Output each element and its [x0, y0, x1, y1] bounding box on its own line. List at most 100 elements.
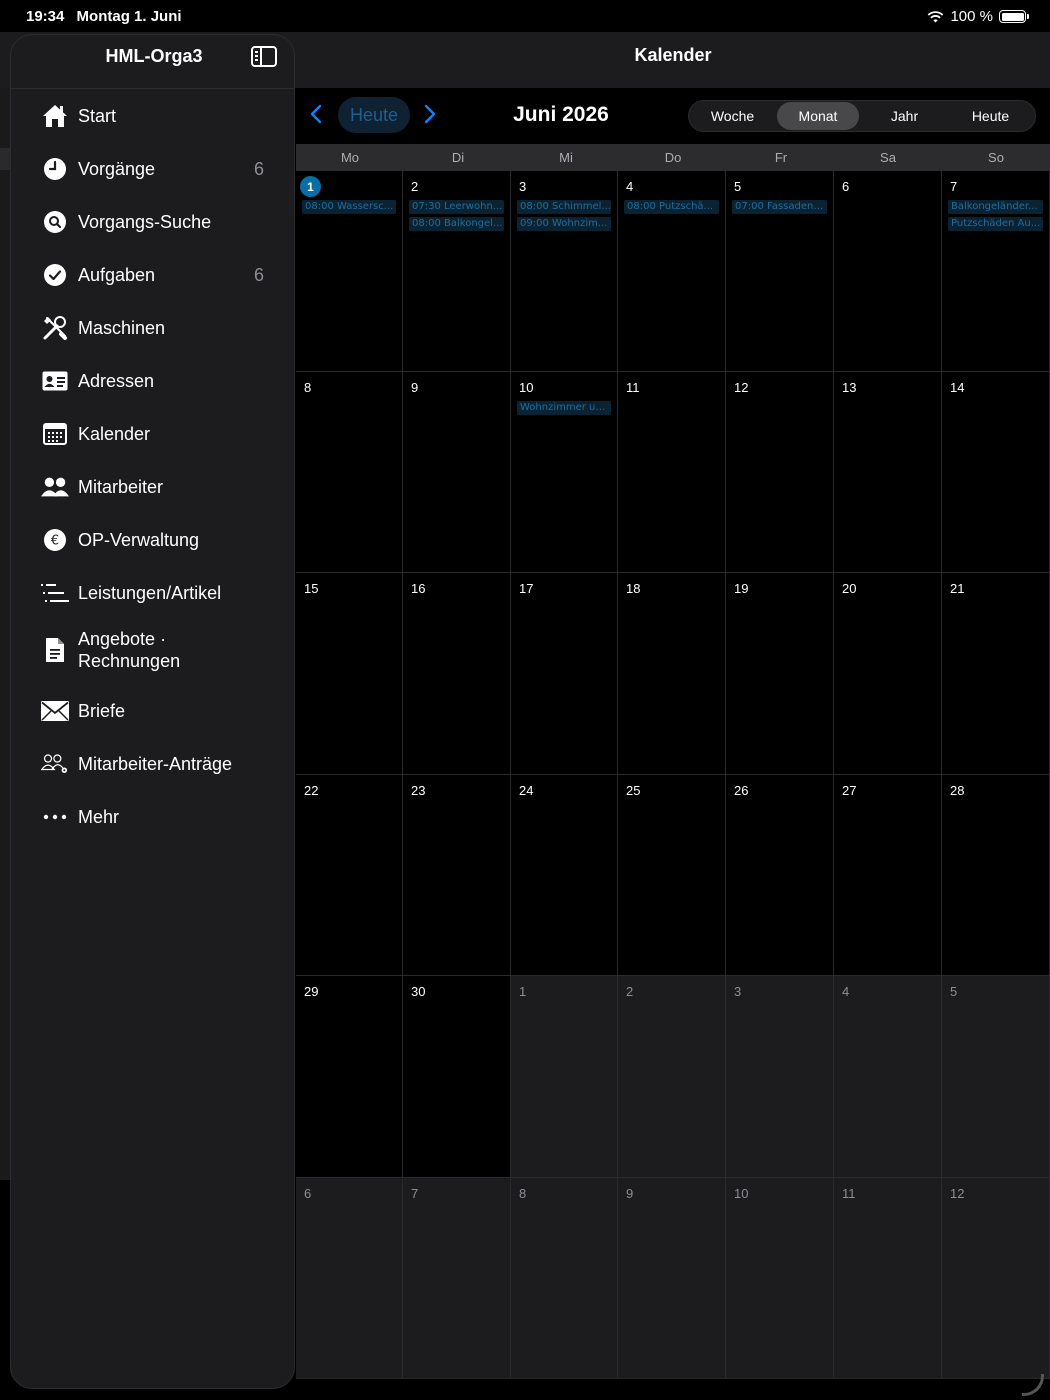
calendar-day-cell[interactable]: 3 [726, 976, 834, 1178]
calendar-day-cell[interactable]: 27 [834, 775, 942, 976]
chevron-left-icon[interactable] [310, 104, 322, 126]
calendar-day-cell[interactable]: 10 Wohnzimmer un... [511, 372, 618, 573]
sidebar-item-kalender[interactable]: Kalender [11, 409, 294, 459]
day-number: 14 [950, 380, 965, 395]
calendar-day-cell[interactable]: 25 [618, 775, 726, 976]
calendar-day-cell[interactable]: 2 [618, 976, 726, 1178]
calendar-day-cell[interactable]: 30 [403, 976, 511, 1178]
calendar-event[interactable]: 08:00 Schimmel... [517, 200, 611, 214]
sidebar-item-angebote-rechnungen[interactable]: Angebote · Rechnungen [11, 622, 294, 678]
sidebar: HML-Orga3 Start Vorgänge 6 Vorgangs-Such… [10, 34, 295, 1389]
calendar-day-cell[interactable]: 28 [942, 775, 1050, 976]
calendar-day-cell[interactable]: 29 [296, 976, 403, 1178]
calendar-day-cell[interactable]: 5 07:00 Fassadena... [726, 171, 834, 372]
calendar-event[interactable]: 08:00 Putzschä... [624, 200, 719, 214]
count-badge: 6 [253, 158, 264, 179]
calendar-event[interactable]: 07:00 Fassadena... [732, 200, 827, 214]
sidebar-item-maschinen[interactable]: Maschinen [11, 303, 294, 353]
segment-jahr[interactable]: Jahr [861, 101, 948, 131]
weekday-label: Mo [340, 150, 360, 165]
sidebar-item-mehr[interactable]: Mehr [11, 792, 294, 842]
sidebar-item-mitarbeiter-antraege[interactable]: Mitarbeiter-Anträge [11, 739, 294, 789]
calendar-day-cell[interactable]: 26 [726, 775, 834, 976]
calendar-day-cell[interactable]: 6 [834, 171, 942, 372]
calendar-event[interactable]: 08:00 Wassersc... [302, 200, 396, 214]
calendar-day-cell[interactable]: 10 [726, 1178, 834, 1379]
day-number: 22 [304, 783, 319, 798]
sidebar-item-label: Mehr [78, 807, 120, 827]
calendar-day-cell[interactable]: 16 [403, 573, 511, 775]
segment-monat[interactable]: Monat [777, 102, 859, 130]
contact-card-icon [41, 367, 69, 395]
calendar-day-cell[interactable]: 6 [296, 1178, 403, 1379]
calendar-day-cell[interactable]: 11 [618, 372, 726, 573]
sidebar-item-adressen[interactable]: Adressen [11, 356, 294, 406]
segment-woche[interactable]: Woche [689, 101, 776, 131]
calendar-day-cell[interactable]: 8 [296, 372, 403, 573]
calendar-day-cell[interactable]: 14 [942, 372, 1050, 573]
calendar-event[interactable]: 09:00 Wohnzim... [517, 217, 611, 231]
today-day-number: 1 [300, 176, 321, 197]
sidebar-item-start[interactable]: Start [11, 91, 294, 141]
day-number: 11 [626, 380, 640, 395]
calendar-day-cell[interactable]: 7 Balkongeländer... Putzschäden Au... [942, 171, 1050, 372]
sidebar-item-label: OP-Verwaltung [78, 530, 200, 550]
sidebar-item-aufgaben[interactable]: Aufgaben 6 [11, 250, 294, 300]
day-number: 6 [842, 179, 850, 194]
label-line-2: Rechnungen [78, 651, 181, 671]
chevron-right-icon[interactable] [424, 104, 436, 126]
battery-level [1001, 12, 1024, 21]
wifi-icon [928, 11, 944, 23]
sidebar-item-briefe[interactable]: Briefe [11, 686, 294, 736]
calendar-day-cell[interactable]: 4 [834, 976, 942, 1178]
calendar-day-cell[interactable]: 7 [403, 1178, 511, 1379]
weekday-label: Mi [559, 150, 573, 165]
sidebar-item-label: Mitarbeiter-Anträge [78, 754, 233, 774]
calendar-day-cell[interactable]: 19 [726, 573, 834, 775]
weekday-header: Mo Di Mi Do Fr Sa So [296, 144, 1050, 171]
status-time-date: 19:34 Montag 1. Juni [26, 8, 190, 25]
calendar-event[interactable]: 07:30 Leerwohn... [409, 200, 504, 214]
calendar-day-cell[interactable]: 5 [942, 976, 1050, 1178]
calendar-day-cell[interactable]: 1 08:00 Wassersc... [296, 171, 403, 372]
month-grid: 1 08:00 Wassersc... 2 07:30 Leerwohn... 08:0… [296, 171, 1050, 1379]
sidebar-item-vorgangs-suche[interactable]: Vorgangs-Suche [11, 197, 294, 247]
segment-heute[interactable]: Heute [947, 101, 1034, 131]
calendar-day-cell[interactable]: 18 [618, 573, 726, 775]
calendar-day-cell[interactable]: 3 08:00 Schimmel... 09:00 Wohnzim... [511, 171, 618, 372]
calendar-day-cell[interactable]: 9 [403, 372, 511, 573]
calendar-day-cell[interactable]: 12 [726, 372, 834, 573]
calendar-day-cell[interactable]: 24 [511, 775, 618, 976]
sidebar-item-mitarbeiter[interactable]: Mitarbeiter [11, 462, 294, 512]
calendar-day-cell[interactable]: 22 [296, 775, 403, 976]
calendar-day-cell[interactable]: 4 08:00 Putzschä... [618, 171, 726, 372]
calendar-day-cell[interactable]: 15 [296, 573, 403, 775]
sidebar-item-op-verwaltung[interactable]: € OP-Verwaltung [11, 515, 294, 565]
sidebar-toggle-icon[interactable] [251, 46, 277, 67]
calendar-day-cell[interactable]: 13 [834, 372, 942, 573]
calendar-day-cell[interactable]: 2 07:30 Leerwohn... 08:00 Balkongel... [403, 171, 511, 372]
calendar-event[interactable]: Putzschäden Au... [948, 217, 1043, 231]
calendar-day-cell[interactable]: 23 [403, 775, 511, 976]
calendar-day-cell[interactable]: 20 [834, 573, 942, 775]
label-line-1: Angebote · [78, 629, 167, 649]
sidebar-item-vorgaenge[interactable]: Vorgänge 6 [11, 144, 294, 194]
calendar-event[interactable]: Balkongeländer... [948, 200, 1043, 214]
day-number: 26 [734, 783, 749, 798]
calendar-day-cell[interactable]: 8 [511, 1178, 618, 1379]
calendar-day-cell[interactable]: 17 [511, 573, 618, 775]
calendar-day-cell[interactable]: 9 [618, 1178, 726, 1379]
search-circle-icon [41, 208, 69, 236]
day-number: 2 [411, 179, 419, 194]
calendar-day-cell[interactable]: 1 [511, 976, 618, 1178]
day-number: 8 [304, 380, 312, 395]
calendar-day-cell[interactable]: 11 [834, 1178, 942, 1379]
weekday-label: Di [451, 150, 465, 165]
day-number: 18 [626, 581, 641, 596]
calendar-day-cell[interactable]: 21 [942, 573, 1050, 775]
sidebar-item-leistungen-artikel[interactable]: Leistungen/Artikel [11, 568, 294, 618]
today-button[interactable]: Heute [338, 97, 410, 133]
calendar-day-cell[interactable]: 12 [942, 1178, 1050, 1379]
calendar-event[interactable]: Wohnzimmer un... [517, 401, 611, 415]
calendar-event[interactable]: 08:00 Balkongel... [409, 217, 504, 231]
